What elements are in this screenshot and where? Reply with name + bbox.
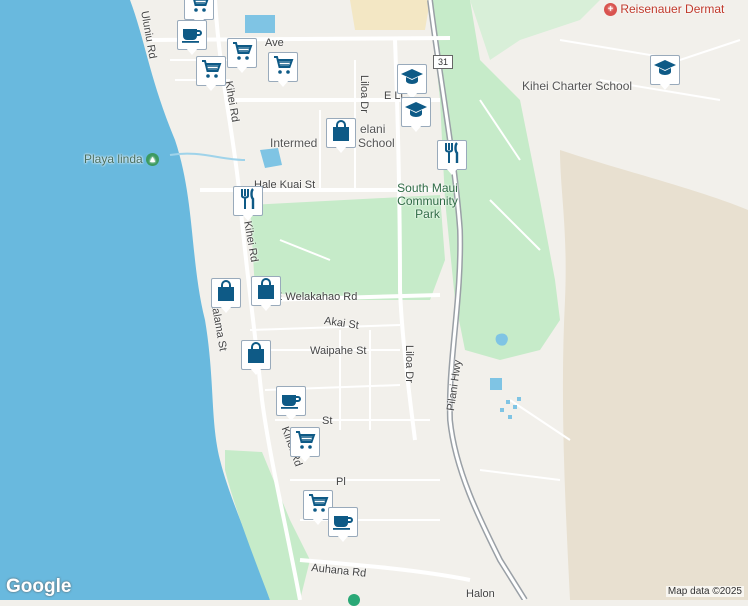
marker-coffee[interactable]	[177, 20, 207, 56]
map-canvas[interactable]	[0, 0, 748, 600]
street-label-waipahe: Waipahe St	[310, 345, 367, 357]
marker-cart[interactable]	[196, 56, 226, 92]
shopping-bag-icon	[244, 341, 268, 370]
cart-icon	[230, 39, 254, 68]
marker-school[interactable]	[401, 97, 431, 133]
graduation-cap-icon	[400, 65, 424, 94]
street-label-pl: Pl	[336, 476, 346, 488]
graduation-cap-icon	[653, 56, 677, 85]
shopping-bag-icon	[214, 279, 238, 308]
place-kelani[interactable]: elani	[360, 122, 385, 136]
place-school[interactable]: School	[358, 136, 395, 150]
marker-coffee[interactable]	[276, 386, 306, 422]
marker-school[interactable]	[650, 55, 680, 91]
marker-restaurant[interactable]	[233, 186, 263, 222]
graduation-cap-icon	[404, 98, 428, 127]
street-label-halona: Halon	[466, 588, 495, 600]
street-label-ave: Ave	[265, 37, 284, 49]
place-playa-linda[interactable]: Playa linda ▲	[84, 152, 160, 167]
fork-knife-icon	[440, 141, 464, 170]
street-label-welakahao: E Welakahao Rd	[275, 291, 358, 303]
place-kihei-charter[interactable]: Kihei Charter School	[522, 79, 632, 93]
cart-icon	[293, 428, 317, 457]
marker-cart[interactable]	[290, 427, 320, 463]
park-icon: ▲	[146, 153, 160, 167]
cart-icon	[271, 53, 295, 82]
map-attribution[interactable]: Map data ©2025	[665, 586, 744, 597]
marker-shopping[interactable]	[241, 340, 271, 376]
marker-cart[interactable]	[268, 52, 298, 88]
shopping-bag-icon	[329, 119, 353, 148]
route-shield: 31	[433, 55, 453, 69]
marker-shopping[interactable]	[251, 276, 281, 312]
street-label-liloa-mid: Liloa Dr	[403, 345, 415, 383]
street-label-hale-kuai: Hale Kuai St	[254, 179, 316, 191]
marker-restaurant[interactable]	[437, 140, 467, 176]
medical-icon: +	[604, 3, 617, 17]
street-label-st: St	[322, 415, 333, 427]
google-logo: Google	[6, 576, 72, 597]
shopping-bag-icon	[254, 277, 278, 306]
place-south-maui-park[interactable]: South Maui Community Park	[390, 182, 465, 221]
cart-icon	[306, 491, 330, 520]
cart-icon	[199, 57, 223, 86]
cart-icon	[187, 0, 211, 20]
marker-shopping[interactable]	[326, 118, 356, 154]
marker-shopping[interactable]	[211, 278, 241, 314]
coffee-icon	[180, 21, 204, 50]
place-reisenauer[interactable]: + Reisenauer Dermat	[604, 2, 724, 17]
street-view-pegman[interactable]	[348, 594, 360, 606]
marker-coffee[interactable]	[328, 507, 358, 543]
marker-school[interactable]	[397, 64, 427, 100]
coffee-icon	[331, 508, 355, 537]
marker-cart[interactable]	[227, 38, 257, 74]
street-label-liloa-top: Liloa Dr	[358, 75, 370, 113]
fork-knife-icon	[236, 187, 260, 216]
coffee-icon	[279, 387, 303, 416]
place-intermediate[interactable]: Intermed	[270, 136, 317, 150]
